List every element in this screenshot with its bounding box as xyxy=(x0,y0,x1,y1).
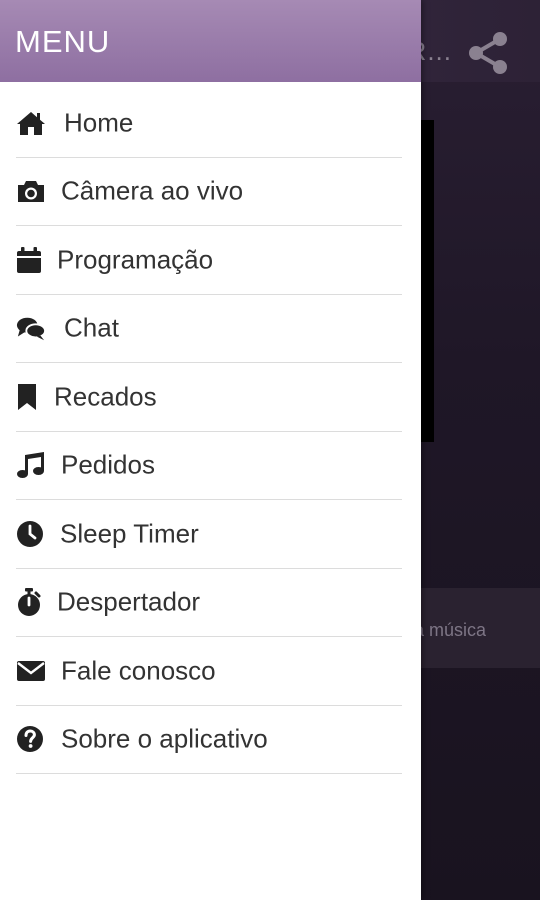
now-playing-text: a música xyxy=(414,620,487,640)
menu-item-label: Chat xyxy=(64,312,119,343)
stopwatch-icon xyxy=(16,587,46,617)
menu-item-chat[interactable]: Chat xyxy=(16,295,402,363)
menu-item-label: Despertador xyxy=(57,586,201,617)
home-icon xyxy=(16,108,46,138)
now-playing-bar: a música xyxy=(410,588,540,668)
menu-item-label: Sleep Timer xyxy=(60,518,199,549)
menu-item-fale-conosco[interactable]: Fale conosco xyxy=(16,637,402,706)
menu-item-sobre[interactable]: Sobre o aplicativo xyxy=(16,706,402,774)
menu-item-sleep-timer[interactable]: Sleep Timer xyxy=(16,500,402,569)
question-icon xyxy=(16,724,46,754)
camera-icon xyxy=(16,176,46,206)
menu-item-despertador[interactable]: Despertador xyxy=(16,569,402,637)
menu-item-label: Câmera ao vivo xyxy=(61,175,244,206)
menu-list: Home Câmera ao vivo Programação Chat Rec… xyxy=(0,89,421,774)
drawer-title: MENU xyxy=(15,24,111,59)
share-icon[interactable] xyxy=(466,30,512,76)
clock-icon xyxy=(16,519,46,549)
envelope-icon xyxy=(16,656,46,686)
menu-item-pedidos[interactable]: Pedidos xyxy=(16,432,402,500)
menu-item-recados[interactable]: Recados xyxy=(16,363,402,432)
menu-item-label: Pedidos xyxy=(61,449,155,480)
menu-item-camera[interactable]: Câmera ao vivo xyxy=(16,158,402,226)
menu-item-programacao[interactable]: Programação xyxy=(16,226,402,295)
menu-item-home[interactable]: Home xyxy=(16,89,402,158)
menu-item-label: Fale conosco xyxy=(61,655,216,686)
bookmark-icon xyxy=(16,382,46,412)
calendar-icon xyxy=(16,245,46,275)
menu-item-label: Home xyxy=(64,107,134,138)
menu-item-label: Programação xyxy=(57,244,214,275)
music-icon xyxy=(16,450,46,480)
navigation-drawer: MENU Home Câmera ao vivo Programação Cha… xyxy=(0,0,421,900)
chat-icon xyxy=(16,313,46,343)
menu-item-label: Sobre o aplicativo xyxy=(61,723,268,754)
drawer-header: MENU xyxy=(0,0,421,82)
menu-item-label: Recados xyxy=(54,381,157,412)
